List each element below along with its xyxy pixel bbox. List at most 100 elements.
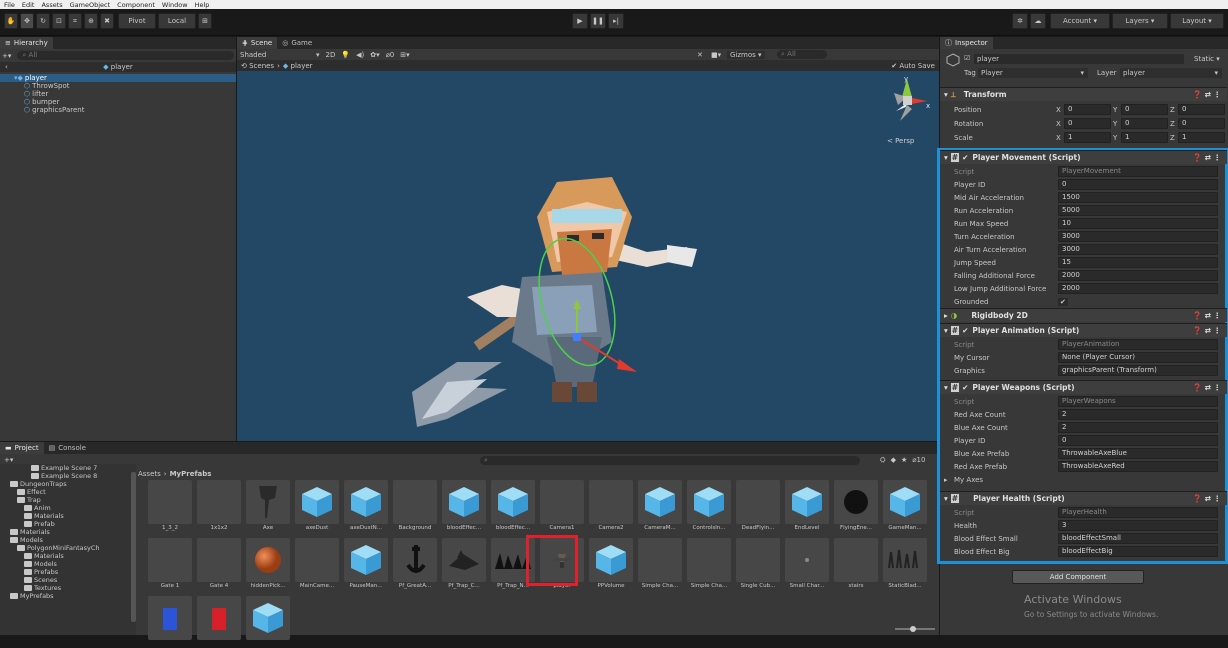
asset-item[interactable]: bloodEffec...: [491, 480, 535, 532]
back-arrow-icon[interactable]: ‹: [5, 62, 8, 72]
asset-item[interactable]: [246, 596, 290, 648]
asset-item[interactable]: Gate 1: [148, 538, 192, 590]
z-field[interactable]: 0: [1178, 104, 1225, 115]
folder-item[interactable]: Models: [0, 536, 136, 544]
folder-item[interactable]: Prefab: [0, 520, 136, 528]
foldout-icon[interactable]: ▾: [944, 494, 948, 503]
tab-inspector[interactable]: ⓘ Inspector: [940, 37, 993, 49]
hidden-objects-icon[interactable]: ⌀0: [386, 51, 395, 59]
auto-save-toggle[interactable]: ✔ Auto Save: [891, 62, 935, 70]
property-field[interactable]: 2000: [1058, 270, 1218, 281]
asset-item[interactable]: Background: [393, 480, 437, 532]
folder-item[interactable]: Example Scene 8: [0, 472, 136, 480]
project-add-icon[interactable]: +▾: [4, 456, 13, 464]
component-menu-icon[interactable]: ❓ ⇄ ⋮: [1193, 90, 1221, 99]
property-field[interactable]: ThrowableAxeRed: [1058, 461, 1218, 472]
enabled-checkbox[interactable]: ✔: [962, 153, 968, 162]
asset-item[interactable]: axeDustN...: [344, 480, 388, 532]
asset-item[interactable]: Camera1: [540, 480, 584, 532]
movement-header[interactable]: ▾ # ✔ Player Movement (Script) ❓ ⇄ ⋮: [940, 150, 1227, 164]
foldout-icon[interactable]: ▾: [944, 383, 948, 392]
camera-icon[interactable]: ■▾: [711, 51, 721, 59]
z-field[interactable]: 1: [1178, 132, 1225, 143]
tab-project[interactable]: ▬ Project: [0, 442, 44, 454]
filter-type-icon[interactable]: ⛭: [880, 456, 886, 465]
property-field[interactable]: None (Player Cursor): [1058, 352, 1218, 363]
property-field[interactable]: 2: [1058, 422, 1218, 433]
component-menu-icon[interactable]: ❓ ⇄ ⋮: [1193, 326, 1221, 335]
component-menu-icon[interactable]: ❓ ⇄ ⋮: [1193, 311, 1221, 320]
grounded-checkbox[interactable]: ✔: [1058, 297, 1068, 306]
asset-item[interactable]: Camera2: [589, 480, 633, 532]
filter-label-icon[interactable]: ◆: [891, 456, 896, 465]
hidden-count-icon[interactable]: ⌀10: [912, 456, 925, 465]
tab-hierarchy[interactable]: ≡ Hierarchy: [0, 37, 53, 49]
foldout-icon[interactable]: ▸: [944, 311, 948, 320]
property-field[interactable]: ThrowableAxeBlue: [1058, 448, 1218, 459]
asset-item[interactable]: bloodEffec...: [442, 480, 486, 532]
move-tool-icon[interactable]: ✥: [20, 13, 34, 29]
hierarchy-item[interactable]: ⬡ graphicsParent: [0, 106, 236, 114]
asset-item[interactable]: CameraM...: [638, 480, 682, 532]
property-field[interactable]: 3000: [1058, 231, 1218, 242]
folder-item[interactable]: Scenes: [0, 576, 136, 584]
account-dropdown[interactable]: Account ▾: [1050, 13, 1110, 29]
x-field[interactable]: 0: [1064, 104, 1111, 115]
menu-item-gameobject[interactable]: GameObject: [70, 1, 111, 9]
weapons-header[interactable]: ▾ # ✔ Player Weapons (Script) ❓ ⇄ ⋮: [940, 380, 1227, 394]
folder-item[interactable]: Prefabs: [0, 568, 136, 576]
asset-item[interactable]: StaticBlad...: [883, 538, 927, 590]
property-field[interactable]: 1500: [1058, 192, 1218, 203]
folder-item[interactable]: Models: [0, 560, 136, 568]
tools-icon[interactable]: ✕: [697, 51, 703, 59]
hierarchy-item[interactable]: ⬡ lifter: [0, 90, 236, 98]
y-field[interactable]: 1: [1121, 132, 1168, 143]
y-field[interactable]: 0: [1121, 104, 1168, 115]
my-axes-row[interactable]: ▸ My Axes: [940, 473, 1228, 486]
property-field[interactable]: bloodEffectBig: [1058, 546, 1218, 557]
asset-item[interactable]: Small Char...: [785, 538, 829, 590]
property-field[interactable]: 3000: [1058, 244, 1218, 255]
foldout-icon[interactable]: ▸: [944, 476, 948, 484]
asset-item[interactable]: Pf_Trap_C...: [442, 538, 486, 590]
asset-item[interactable]: stairs: [834, 538, 878, 590]
scenes-breadcrumb[interactable]: ⟲ Scenes: [241, 62, 274, 70]
asset-item[interactable]: Pf_GreatA...: [393, 538, 437, 590]
menu-item-window[interactable]: Window: [162, 1, 188, 9]
asset-item[interactable]: FlyingEne...: [834, 480, 878, 532]
asset-item[interactable]: DeadFlyin...: [736, 480, 780, 532]
object-name-field[interactable]: player: [974, 54, 1184, 64]
asset-item[interactable]: [197, 596, 241, 648]
asset-item[interactable]: Controlsln...: [687, 480, 731, 532]
property-field[interactable]: bloodEffectSmall: [1058, 533, 1218, 544]
grid-icon[interactable]: ⊞▾: [400, 51, 409, 59]
custom-tool-icon[interactable]: ✖: [100, 13, 114, 29]
property-field[interactable]: 0: [1058, 435, 1218, 446]
folder-item[interactable]: Materials: [0, 512, 136, 520]
static-toggle[interactable]: Static ▾: [1194, 55, 1220, 63]
property-field[interactable]: 15: [1058, 257, 1218, 268]
pivot-toggle-button[interactable]: Pivot: [118, 13, 156, 29]
transform-tool-icon[interactable]: ⊕: [84, 13, 98, 29]
component-menu-icon[interactable]: ❓ ⇄ ⋮: [1193, 383, 1221, 392]
cloud-icon[interactable]: ☁: [1030, 13, 1046, 29]
grid-snap-icon[interactable]: ⊞: [198, 13, 212, 29]
mode-2d-toggle[interactable]: 2D: [326, 51, 336, 59]
enabled-checkbox[interactable]: ✔: [962, 326, 968, 335]
breadcrumb-assets[interactable]: Assets: [138, 470, 161, 478]
active-checkbox[interactable]: ☑: [964, 54, 970, 62]
breadcrumb-myprefabs[interactable]: MyPrefabs: [170, 470, 212, 478]
folder-item[interactable]: Effect: [0, 488, 136, 496]
layer-dropdown[interactable]: player ▾: [1120, 68, 1222, 78]
scale-tool-icon[interactable]: ⊡: [52, 13, 66, 29]
tag-dropdown[interactable]: Player ▾: [978, 68, 1088, 78]
hand-tool-icon[interactable]: ✋: [4, 13, 18, 29]
add-icon[interactable]: +▾: [2, 52, 11, 60]
asset-item[interactable]: GameMan...: [883, 480, 927, 532]
hierarchy-item[interactable]: ⬡ bumper: [0, 98, 236, 106]
enabled-checkbox[interactable]: ✔: [962, 383, 968, 392]
folder-item[interactable]: Textures: [0, 584, 136, 592]
x-field[interactable]: 1: [1064, 132, 1111, 143]
shading-dropdown[interactable]: Shaded: [240, 51, 310, 59]
property-field[interactable]: 10: [1058, 218, 1218, 229]
